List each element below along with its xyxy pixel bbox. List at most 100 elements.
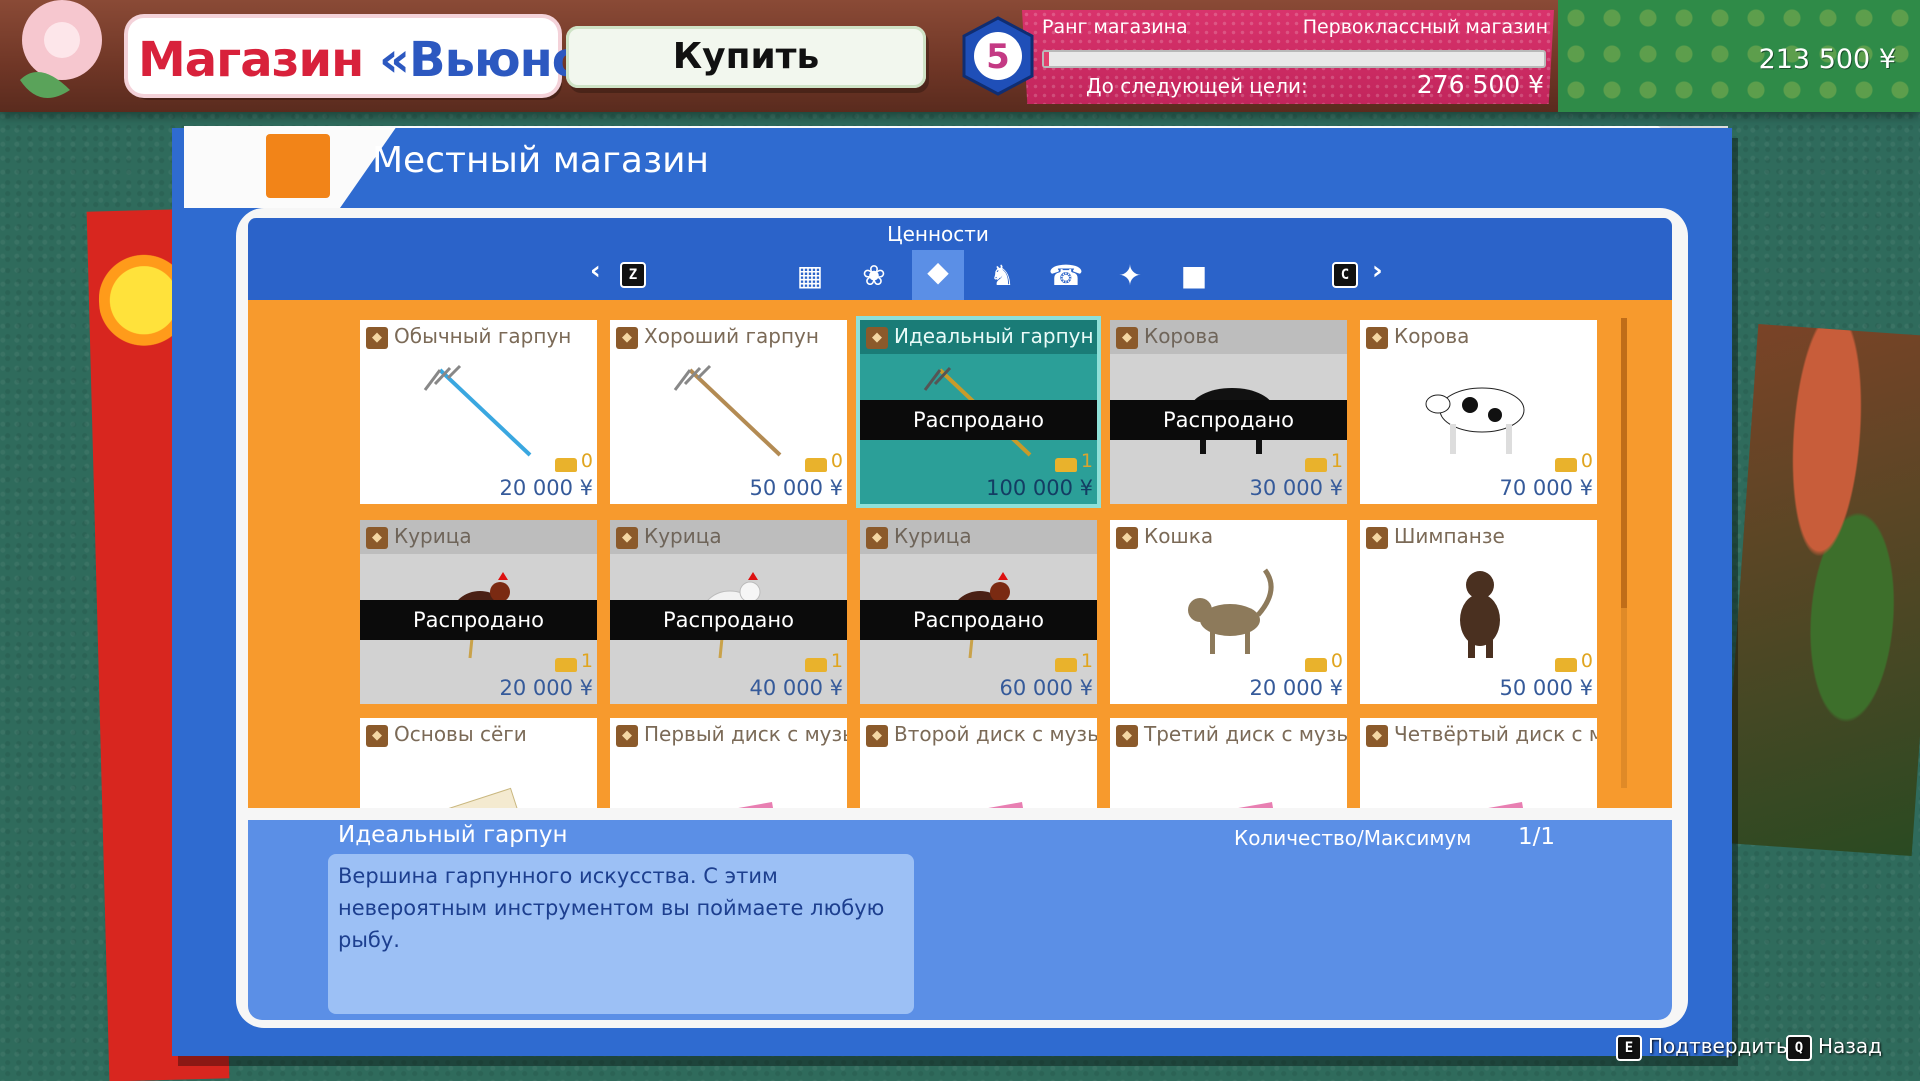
confirm-key: E [1616, 1034, 1642, 1061]
item-image [1170, 758, 1290, 808]
description-text: Вершина гарпунного искусства. С этим нев… [338, 864, 885, 952]
prev-category-arrow-icon[interactable]: ‹ [590, 256, 601, 286]
money-balance: 213 500 ¥ [1758, 44, 1896, 75]
valuables-diamond-icon: ◆ [616, 327, 638, 349]
mode-label: Купить [566, 26, 926, 88]
back-hint[interactable]: Q Назад [1786, 1034, 1882, 1061]
category-label: Ценности [887, 222, 989, 246]
valuables-diamond-icon: ◆ [866, 725, 888, 747]
valuables-diamond-icon: ◆ [1366, 527, 1388, 549]
morning-glory-flower-icon [20, 0, 102, 98]
quantity-label: Количество/Максимум [1234, 826, 1472, 850]
item-owned-count: 1 [830, 650, 843, 672]
owned-bag-icon [1305, 658, 1327, 672]
shop-emblem-icon [266, 134, 330, 198]
valuables-diamond-icon: ◆ [1116, 725, 1138, 747]
category-grid-icon[interactable]: ▦ [784, 254, 836, 298]
item-image [420, 758, 540, 808]
valuables-diamond-icon: ◆ [366, 327, 388, 349]
owned-bag-icon [1055, 458, 1077, 472]
category-box-icon[interactable]: ■ [1168, 254, 1220, 298]
owned-bag-icon [1055, 658, 1077, 672]
item-card[interactable]: ◆ Третий диск с музыкой [1110, 718, 1347, 808]
owned-bag-icon [805, 458, 827, 472]
next-category-arrow-icon[interactable]: › [1372, 256, 1383, 286]
rank-progress-bar [1042, 50, 1546, 68]
item-name: Четвёртый диск с музыкой [1394, 722, 1597, 746]
item-name: Хороший гарпун [644, 324, 819, 348]
item-name: Основы сёги [394, 722, 527, 746]
item-owned-count: 1 [1080, 650, 1093, 672]
category-diamond-icon[interactable]: ◆ [912, 250, 964, 300]
item-card[interactable]: ◆ Первый диск с музыкой [610, 718, 847, 808]
item-price: 50 000 ¥ [1499, 676, 1593, 700]
item-owned-count: 1 [1080, 450, 1093, 472]
item-card[interactable]: ◆ Курица Распродано 1 60 000 ¥ [860, 520, 1097, 704]
item-image [670, 758, 790, 808]
item-price: 60 000 ¥ [999, 676, 1093, 700]
item-image [1420, 560, 1540, 660]
valuables-diamond-icon: ◆ [1366, 725, 1388, 747]
next-category-key[interactable]: C [1332, 262, 1358, 288]
rank-level: 5 [986, 37, 1010, 77]
item-price: 20 000 ¥ [499, 476, 593, 500]
item-owned-count: 1 [1330, 450, 1343, 472]
valuables-diamond-icon: ◆ [616, 527, 638, 549]
valuables-diamond-icon: ◆ [1366, 327, 1388, 349]
item-card[interactable]: ◆ Четвёртый диск с музыкой [1360, 718, 1597, 808]
sold-out-band: Распродано [1110, 400, 1347, 440]
window-title: Местный магазин [372, 140, 710, 181]
confirm-label: Подтвердить [1648, 1034, 1788, 1058]
item-owned-count: 0 [580, 450, 593, 472]
item-name: Идеальный гарпун [894, 324, 1094, 348]
owned-bag-icon [805, 658, 827, 672]
item-name: Второй диск с музыкой [894, 722, 1097, 746]
owned-bag-icon [1555, 658, 1577, 672]
item-name: Корова [1394, 324, 1470, 348]
item-image [670, 360, 790, 460]
category-phone-sparkle-icon[interactable]: ✦ [1104, 254, 1156, 298]
item-name: Первый диск с музыкой [644, 722, 847, 746]
valuables-diamond-icon: ◆ [1116, 327, 1138, 349]
item-price: 30 000 ¥ [1249, 476, 1343, 500]
owned-bag-icon [555, 458, 577, 472]
item-name: Курица [894, 524, 972, 548]
next-goal-label: До следующей цели: [1086, 74, 1308, 98]
category-flower-icon[interactable]: ❀ [848, 254, 900, 298]
item-card[interactable]: ◆ Корова 0 70 000 ¥ [1360, 320, 1597, 504]
valuables-diamond-icon: ◆ [616, 725, 638, 747]
item-card[interactable]: ◆ Основы сёги [360, 718, 597, 808]
item-card[interactable]: ◆ Обычный гарпун 0 20 000 ¥ [360, 320, 597, 504]
rank-label: Ранг магазина [1042, 16, 1188, 38]
item-name: Кошка [1144, 524, 1214, 548]
category-phone-icon[interactable]: ☎ [1040, 254, 1092, 298]
rank-progress-fill [1044, 52, 1049, 66]
item-owned-count: 1 [580, 650, 593, 672]
description-title: Идеальный гарпун [338, 822, 568, 848]
back-key: Q [1786, 1034, 1812, 1061]
item-card[interactable]: ◆ Курица Распродано 1 40 000 ¥ [610, 520, 847, 704]
item-card[interactable]: ◆ Шимпанзе 0 50 000 ¥ [1360, 520, 1597, 704]
grid-scrollbar-thumb[interactable] [1621, 318, 1627, 608]
item-owned-count: 0 [1580, 650, 1593, 672]
item-card[interactable]: ◆ Корова Распродано 1 30 000 ¥ [1110, 320, 1347, 504]
shop-name-part1: Магазин [138, 32, 364, 88]
item-card[interactable]: ◆ Второй диск с музыкой [860, 718, 1097, 808]
category-dragon-icon[interactable]: ♞ [976, 254, 1028, 298]
rank-badge: 5 [962, 16, 1034, 96]
valuables-diamond-icon: ◆ [366, 725, 388, 747]
item-card[interactable]: ◆ Курица Распродано 1 20 000 ¥ [360, 520, 597, 704]
item-price: 40 000 ¥ [749, 676, 843, 700]
item-price: 20 000 ¥ [499, 676, 593, 700]
prev-category-key[interactable]: Z [620, 262, 646, 288]
item-name: Шимпанзе [1394, 524, 1505, 548]
confirm-hint[interactable]: E Подтвердить [1616, 1034, 1788, 1061]
item-card[interactable]: ◆ Хороший гарпун 0 50 000 ¥ [610, 320, 847, 504]
sold-out-band: Распродано [860, 400, 1097, 440]
item-name: Обычный гарпун [394, 324, 572, 348]
item-card[interactable]: ◆ Идеальный гарпун Распродано 1 100 000 ¥ [860, 320, 1097, 504]
item-card[interactable]: ◆ Кошка 0 20 000 ¥ [1110, 520, 1347, 704]
item-grid: ◆ Обычный гарпун 0 20 000 ¥ ◆ Хороший гарпун 0… [248, 300, 1672, 808]
item-owned-count: 0 [1330, 650, 1343, 672]
item-owned-count: 0 [1580, 450, 1593, 472]
